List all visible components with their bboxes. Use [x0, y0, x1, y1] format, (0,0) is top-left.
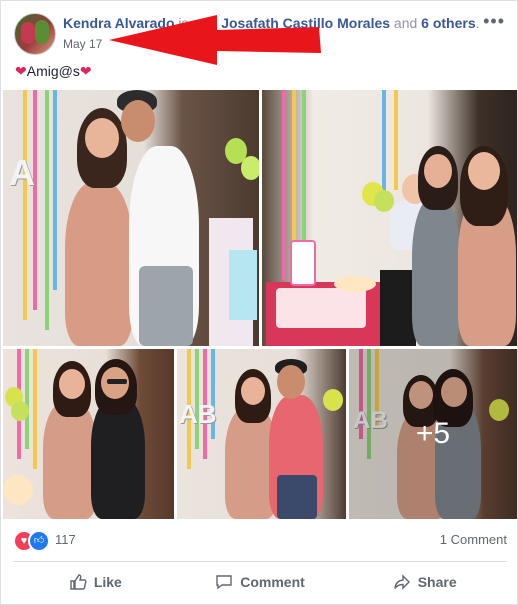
post-date[interactable]: May 17: [63, 37, 102, 51]
and-text: and: [393, 15, 418, 31]
like-icon[interactable]: 👍︎: [28, 530, 50, 552]
comment-count[interactable]: 1 Comment: [440, 532, 507, 547]
share-button[interactable]: Share: [342, 566, 507, 598]
heart-emoji-icon: ❤: [79, 63, 92, 79]
thumbs-up-icon: [70, 574, 87, 590]
author-avatar[interactable]: [14, 13, 56, 55]
comment-bubble-icon: [216, 575, 232, 590]
reactions-bar: ♥ 👍︎ 117 1 Comment: [13, 528, 507, 552]
others-link[interactable]: 6 others: [421, 15, 475, 31]
comment-button[interactable]: Comment: [178, 566, 343, 598]
photo-4[interactable]: AB: [177, 349, 346, 519]
caption-text: Amig@s: [26, 63, 80, 79]
post-card: Kendra Alvarado is with Josafath Castill…: [0, 0, 518, 605]
red-annotation-arrow: [109, 15, 321, 65]
share-label: Share: [417, 574, 457, 590]
more-photos-overlay[interactable]: +5: [349, 349, 517, 519]
photo-1[interactable]: A: [3, 90, 259, 346]
heart-emoji-icon: ❤: [15, 63, 27, 79]
divider: [13, 561, 507, 562]
photo-5-more[interactable]: AB +5: [349, 349, 517, 519]
photo-3[interactable]: [3, 349, 174, 519]
post-caption: ❤Amig@s❤: [15, 63, 92, 80]
ellipsis-icon[interactable]: •••: [483, 11, 505, 32]
comment-label: Comment: [240, 574, 305, 590]
like-button[interactable]: Like: [13, 566, 178, 598]
post-actions: Like Comment Share: [13, 566, 507, 598]
reaction-count[interactable]: 117: [55, 532, 76, 547]
like-label: Like: [93, 574, 122, 590]
more-photos-count: +5: [415, 417, 451, 450]
photo-2[interactable]: [262, 90, 517, 346]
share-arrow-icon: [394, 574, 410, 590]
